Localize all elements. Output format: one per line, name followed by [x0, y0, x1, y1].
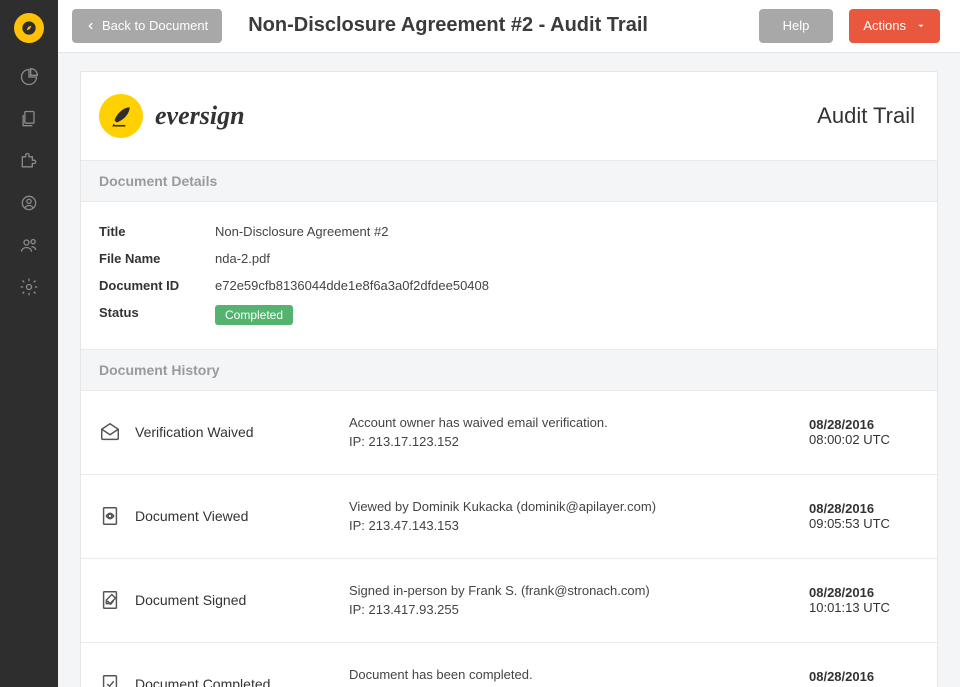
history-list: Verification Waived Account owner has wa… [81, 391, 937, 687]
status-badge: Completed [215, 305, 293, 325]
detail-value: e72e59cfb8136044dde1e8f6a3a0f2dfdee50408 [215, 278, 489, 293]
history-date: 08/28/2016 [809, 417, 919, 432]
documents-icon [19, 109, 39, 129]
section-header-history: Document History [81, 349, 937, 391]
history-ip: IP: 213.47.143.153 [349, 516, 795, 536]
detail-row-filename: File Name nda-2.pdf [99, 245, 919, 272]
gear-icon [19, 277, 39, 297]
card-title: Audit Trail [817, 103, 915, 129]
detail-label: Document ID [99, 278, 215, 293]
detail-row-title: Title Non-Disclosure Agreement #2 [99, 218, 919, 245]
actions-button[interactable]: Actions [849, 9, 940, 43]
sidebar-item-contacts[interactable] [0, 182, 58, 224]
history-desc: Viewed by Dominik Kukacka (dominik@apila… [349, 497, 795, 517]
mail-open-icon [99, 421, 121, 443]
history-item: Document Viewed Viewed by Dominik Kukack… [81, 475, 937, 559]
page-title: Non-Disclosure Agreement #2 - Audit Trai… [248, 14, 742, 37]
sidebar-item-documents[interactable] [0, 98, 58, 140]
sidebar-item-templates[interactable] [0, 140, 58, 182]
sidebar-item-dashboard[interactable] [0, 56, 58, 98]
back-button-label: Back to Document [102, 18, 208, 33]
detail-row-status: Status Completed [99, 299, 919, 331]
history-date: 08/28/2016 [809, 501, 919, 516]
history-time: 10:01:13 UTC [809, 600, 890, 615]
app-logo[interactable] [0, 0, 58, 56]
sidebar-item-team[interactable] [0, 224, 58, 266]
help-button-label: Help [783, 18, 810, 33]
section-header-details: Document Details [81, 160, 937, 202]
history-item: Document Signed Signed in-person by Fran… [81, 559, 937, 643]
history-label: Document Viewed [135, 508, 335, 524]
detail-value: Non-Disclosure Agreement #2 [215, 224, 388, 239]
history-label: Document Completed [135, 676, 335, 687]
compass-icon [21, 20, 37, 36]
sidebar-item-settings[interactable] [0, 266, 58, 308]
history-item: Verification Waived Account owner has wa… [81, 391, 937, 475]
check-document-icon [99, 673, 121, 687]
help-button[interactable]: Help [759, 9, 834, 43]
history-ip: IP: 213.417.93.255 [349, 600, 795, 620]
history-label: Document Signed [135, 592, 335, 608]
detail-label: File Name [99, 251, 215, 266]
people-icon [19, 235, 39, 255]
topbar: Back to Document Non-Disclosure Agreemen… [58, 0, 960, 53]
audit-trail-card: eversign Audit Trail Document Details Ti… [80, 71, 938, 687]
eye-document-icon [99, 505, 121, 527]
actions-button-label: Actions [863, 18, 906, 33]
history-label: Verification Waived [135, 424, 335, 440]
detail-row-docid: Document ID e72e59cfb8136044dde1e8f6a3a0… [99, 272, 919, 299]
brand-name: eversign [155, 101, 245, 131]
signature-icon [99, 589, 121, 611]
back-to-document-button[interactable]: Back to Document [72, 9, 222, 43]
sidebar [0, 0, 58, 687]
chevron-left-icon [86, 21, 96, 31]
brand: eversign [99, 94, 245, 138]
history-time: 08:00:02 UTC [809, 432, 890, 447]
history-desc: Signed in-person by Frank S. (frank@stro… [349, 581, 795, 601]
detail-value: nda-2.pdf [215, 251, 270, 266]
feather-icon [108, 103, 134, 129]
history-ip: IP: 213.17.123.152 [349, 432, 795, 452]
history-desc: Document has been completed. [349, 665, 795, 685]
person-ring-icon [19, 193, 39, 213]
brand-icon [99, 94, 143, 138]
history-desc: Account owner has waived email verificat… [349, 413, 795, 433]
history-date: 08/28/2016 [809, 585, 919, 600]
pie-chart-icon [19, 67, 39, 87]
detail-label: Status [99, 305, 215, 325]
history-date: 08/28/2016 [809, 669, 919, 684]
puzzle-icon [19, 151, 39, 171]
document-details: Title Non-Disclosure Agreement #2 File N… [81, 202, 937, 349]
caret-down-icon [916, 21, 926, 31]
history-time: 09:05:53 UTC [809, 516, 890, 531]
history-item: Document Completed Document has been com… [81, 643, 937, 687]
detail-label: Title [99, 224, 215, 239]
